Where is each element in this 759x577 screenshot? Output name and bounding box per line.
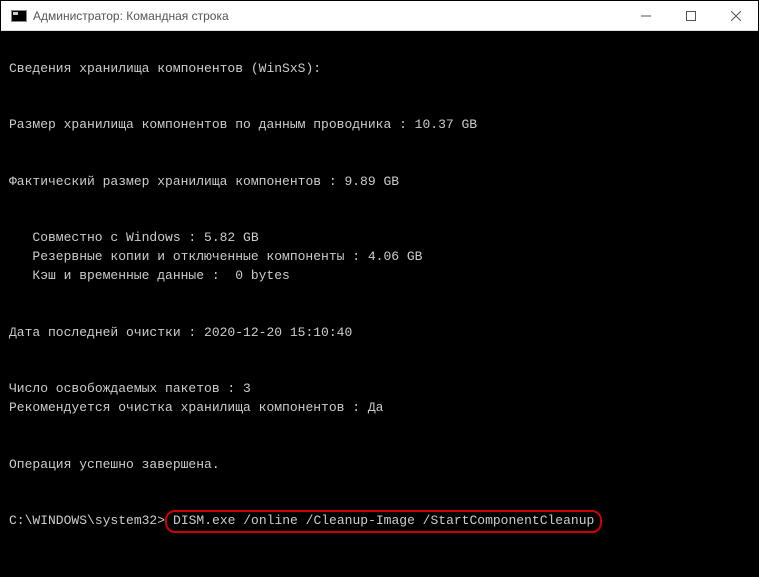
console-output[interactable]: Сведения хранилища компонентов (WinSxS):… <box>1 31 758 576</box>
highlighted-command: DISM.exe /online /Cleanup-Image /StartCo… <box>165 510 602 533</box>
output-line: Кэш и временные данные : 0 bytes <box>9 267 290 286</box>
maximize-button[interactable] <box>668 1 713 30</box>
close-button[interactable] <box>713 1 758 30</box>
window-controls <box>623 1 758 30</box>
minimize-button[interactable] <box>623 1 668 30</box>
output-line: Число освобождаемых пакетов : 3 <box>9 381 251 396</box>
output-line: Фактический размер хранилища компонентов… <box>9 174 399 189</box>
output-line: Операция успешно завершена. <box>9 457 220 472</box>
titlebar: Администратор: Командная строка <box>1 1 758 31</box>
output-line: Резервные копии и отключенные компоненты… <box>9 248 422 267</box>
cmd-icon <box>11 10 27 22</box>
output-line: Размер хранилища компонентов по данным п… <box>9 117 477 132</box>
output-line: Совместно с Windows : 5.82 GB <box>9 229 259 248</box>
output-line: Сведения хранилища компонентов (WinSxS): <box>9 61 321 76</box>
window-title: Администратор: Командная строка <box>33 9 623 23</box>
prompt-line: C:\WINDOWS\system32>DISM.exe /online /Cl… <box>9 512 750 531</box>
output-line: Рекомендуется очистка хранилища компонен… <box>9 400 383 415</box>
prompt-path: C:\WINDOWS\system32> <box>9 513 165 528</box>
output-line: Дата последней очистки : 2020-12-20 15:1… <box>9 325 352 340</box>
